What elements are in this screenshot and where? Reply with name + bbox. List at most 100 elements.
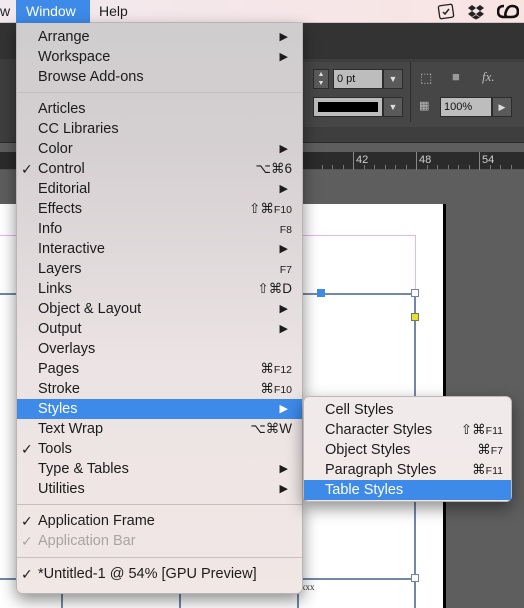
ruler-label: 42 [356, 154, 369, 166]
ruler-minor-tick [458, 165, 459, 169]
menu-item-articles[interactable]: Articles [17, 99, 302, 119]
frame-handle[interactable] [411, 574, 419, 582]
menu-item-type-tables[interactable]: Type & Tables ▶ [17, 459, 302, 479]
ruler-minor-tick [322, 165, 323, 169]
submenu-item-object-styles[interactable]: Object Styles ⌘F7 [304, 440, 511, 460]
menu-item-stroke[interactable]: Stroke ⌘F10 [17, 379, 302, 399]
submenu-arrow-icon: ▶ [279, 31, 288, 43]
ruler-minor-tick [448, 165, 449, 169]
styles-submenu: Cell Styles Character Styles ⇧⌘F11 Objec… [303, 396, 512, 502]
menu-item-color[interactable]: Color ▶ [17, 139, 302, 159]
opacity-field[interactable]: 100% [440, 97, 492, 117]
menu-separator [17, 557, 302, 558]
effects-icon[interactable]: fx. [482, 69, 495, 85]
menu-item-label: Cell Styles [325, 402, 394, 418]
checkmark-icon: ✓ [21, 441, 33, 457]
submenu-item-character-styles[interactable]: Character Styles ⇧⌘F11 [304, 420, 511, 440]
submenu-item-table-styles[interactable]: Table Styles [304, 480, 511, 500]
menu-item-label: Browse Add-ons [38, 69, 144, 85]
menu-item-workspace[interactable]: Workspace ▶ [17, 47, 302, 67]
submenu-item-paragraph-styles[interactable]: Paragraph Styles ⌘F11 [304, 460, 511, 480]
ruler-minor-tick [374, 165, 375, 169]
checkmark-icon: ✓ [21, 161, 33, 177]
stroke-weight-stepper[interactable]: ▲ ▼ [313, 69, 329, 89]
menu-item-editorial[interactable]: Editorial ▶ [17, 179, 302, 199]
menu-item-layers[interactable]: Layers F7 [17, 259, 302, 279]
menu-item-control[interactable]: ✓ Control ⌥⌘6 [17, 159, 302, 179]
menu-item-pages[interactable]: Pages ⌘F12 [17, 359, 302, 379]
shortcut-modifier: ⌘ [260, 361, 274, 376]
menu-item-label: Pages [38, 361, 80, 377]
submenu-item-cell-styles[interactable]: Cell Styles [304, 400, 511, 420]
menu-item-label: Color [38, 141, 73, 157]
ruler-label: 48 [419, 154, 432, 166]
ruler-major-tick [479, 152, 480, 170]
menu-item-effects[interactable]: Effects ⇧⌘F10 [17, 199, 302, 219]
stroke-type-selector[interactable] [313, 97, 383, 117]
menu-item-cc-libraries[interactable]: CC Libraries [17, 119, 302, 139]
stroke-weight-dropdown[interactable]: ▼ [383, 69, 403, 89]
menu-item-label: Links [38, 281, 72, 297]
menu-item-info[interactable]: Info F8 [17, 219, 302, 239]
ruler-minor-tick [500, 165, 501, 169]
menu-item-utilities[interactable]: Utilities ▶ [17, 479, 302, 499]
menu-item-object-layout[interactable]: Object & Layout ▶ [17, 299, 302, 319]
live-corner-handle[interactable] [411, 313, 419, 321]
menu-item-label: Type & Tables [38, 461, 129, 477]
frame-fitting-icon[interactable]: ⬚ [420, 70, 432, 86]
menu-item-label: *Untitled-1 @ 54% [GPU Preview] [38, 566, 257, 582]
menu-item-shortcut: ⌥⌘W [250, 421, 292, 436]
menu-item-interactive[interactable]: Interactive ▶ [17, 239, 302, 259]
menu-item-label: Character Styles [325, 422, 433, 438]
frame-handle-top-center[interactable] [317, 289, 325, 297]
menu-item-styles[interactable]: Styles ▶ [17, 399, 302, 419]
frame-handle-top-right[interactable] [411, 289, 419, 297]
ruler-minor-tick [406, 165, 407, 169]
menu-item-links[interactable]: Links ⇧⌘D [17, 279, 302, 299]
opacity-icon: ▦ [419, 100, 430, 112]
shortcut-key: F10 [273, 384, 292, 396]
menu-item-overlays[interactable]: Overlays [17, 339, 302, 359]
menu-item-shortcut: ⇧⌘F11 [461, 420, 503, 441]
toolbar-divider [410, 62, 411, 122]
menu-item-label: Text Wrap [38, 421, 104, 437]
menu-item-label: Application Bar [38, 533, 136, 549]
shortcut-key: F12 [273, 364, 292, 376]
menu-item-output[interactable]: Output ▶ [17, 319, 302, 339]
menu-item-arrange[interactable]: Arrange ▶ [17, 27, 302, 47]
menu-item-text-wrap[interactable]: Text Wrap ⌥⌘W [17, 419, 302, 439]
menubar-item-window[interactable]: Window [16, 0, 90, 23]
stroke-type-dropdown[interactable]: ▼ [383, 97, 403, 117]
menu-item-document-window[interactable]: ✓ *Untitled-1 @ 54% [GPU Preview] [17, 564, 302, 584]
menu-item-shortcut: F8 [280, 219, 292, 240]
menu-item-application-frame[interactable]: ✓ Application Frame [17, 511, 302, 531]
ruler-minor-tick [343, 165, 344, 169]
menu-item-shortcut: F7 [280, 259, 292, 280]
window-menu: Arrange ▶ Workspace ▶ Browse Add-ons Art… [16, 23, 303, 594]
menu-item-application-bar: ✓ Application Bar [17, 531, 302, 551]
menu-item-label: Table Styles [325, 482, 404, 498]
menubar-item-help[interactable]: Help [90, 0, 137, 23]
checkmark-circle-icon[interactable] [437, 3, 455, 20]
shortcut-modifier: ⌘ [472, 462, 486, 477]
menu-item-label: Styles [38, 401, 78, 417]
menu-item-tools[interactable]: ✓ Tools [17, 439, 302, 459]
menu-separator [17, 504, 302, 505]
drop-shadow-icon[interactable]: ■ [452, 69, 460, 84]
menu-item-label: Editorial [38, 181, 91, 197]
submenu-arrow-icon: ▶ [279, 463, 288, 475]
dropbox-icon[interactable] [467, 3, 485, 20]
opacity-dropdown[interactable]: ▶ [492, 97, 512, 117]
menu-item-label: Overlays [38, 341, 96, 357]
menu-item-browse-add-ons[interactable]: Browse Add-ons [17, 67, 302, 87]
menu-item-label: Object Styles [325, 442, 411, 458]
creative-cloud-icon[interactable] [497, 3, 519, 20]
submenu-arrow-icon: ▶ [279, 143, 288, 155]
stroke-weight-field[interactable]: 0 pt [333, 69, 383, 89]
checkmark-icon: ✓ [21, 533, 33, 549]
menu-item-label: Application Frame [38, 513, 155, 529]
submenu-arrow-icon: ▶ [279, 403, 288, 415]
shortcut-key: F11 [485, 425, 503, 437]
checkmark-icon: ✓ [21, 566, 33, 582]
shortcut-key: F7 [490, 445, 503, 457]
